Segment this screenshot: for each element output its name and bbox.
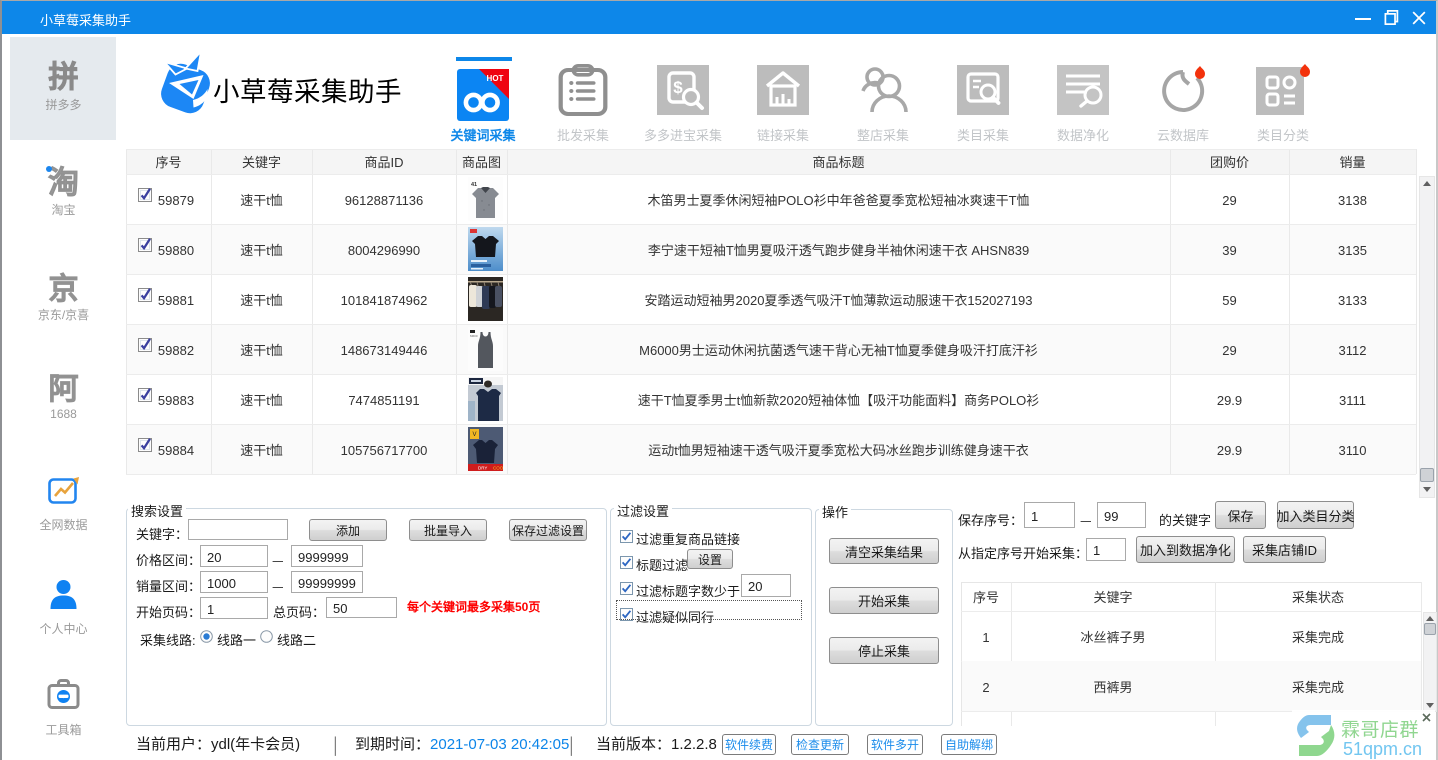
svg-text:$: $	[673, 73, 683, 98]
svg-text:COOL: COOL	[493, 466, 503, 472]
svg-text:DRY: DRY	[478, 466, 487, 472]
svg-text:41: 41	[471, 180, 477, 188]
svg-text:HOT: HOT	[487, 73, 504, 84]
svg-text:M600: M600	[470, 334, 478, 338]
svg-text:V: V	[472, 429, 476, 438]
